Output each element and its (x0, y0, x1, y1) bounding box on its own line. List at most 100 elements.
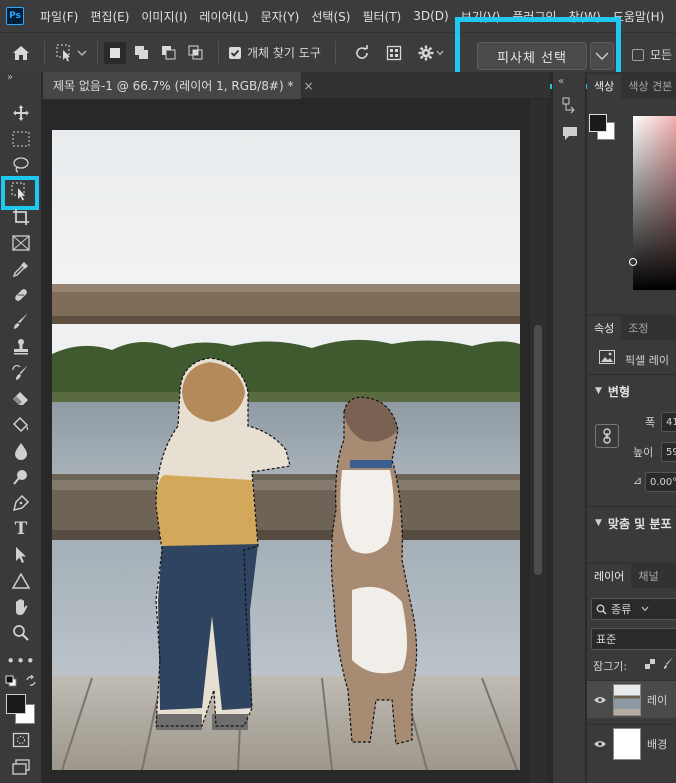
lock-pixels-icon[interactable] (663, 656, 675, 673)
menu-plugins[interactable]: 플러그인 (506, 8, 562, 25)
lock-transparency-icon[interactable] (645, 659, 655, 669)
intersect-selection-mode-button[interactable] (185, 42, 207, 64)
layer-kind-filter[interactable]: 종류 (591, 598, 676, 620)
move-tool-icon[interactable] (9, 102, 33, 124)
menu-view[interactable]: 보기(V) (455, 8, 507, 25)
brush-tool-icon[interactable] (9, 310, 33, 332)
menu-image[interactable]: 이미지(I) (135, 8, 193, 25)
screen-mode-icon[interactable] (9, 756, 33, 778)
foreground-color-swatch[interactable] (6, 694, 26, 714)
tab-swatches[interactable]: 색상 견본 (621, 74, 676, 98)
tab-layers[interactable]: 레이어 (587, 564, 632, 588)
layer-name[interactable]: 배경 (647, 736, 667, 752)
menu-type[interactable]: 문자(Y) (255, 8, 306, 25)
marquee-tool-icon[interactable] (9, 128, 33, 150)
stamp-tool-icon[interactable] (9, 336, 33, 358)
close-icon[interactable]: × (303, 79, 313, 93)
panel-foreground-swatch[interactable] (589, 114, 607, 132)
layer-row-1[interactable]: 레이 (587, 680, 676, 718)
menu-layer[interactable]: 레이어(L) (193, 8, 254, 25)
blur-tool-icon[interactable] (9, 440, 33, 462)
collapse-dock-icon[interactable]: « (558, 76, 564, 87)
home-icon[interactable] (4, 40, 38, 66)
select-subject-button[interactable]: 피사체 선택 (477, 42, 587, 70)
right-panels: 색상 색상 견본 속성 조정 픽셀 레이 ▼ 변형 폭 41 높이 59 ⊿ 0… (587, 72, 676, 783)
swap-colors-icon[interactable] (25, 675, 37, 687)
eye-icon[interactable] (587, 739, 613, 749)
type-tool-icon[interactable]: T (9, 518, 33, 540)
history-panel-icon[interactable] (561, 96, 579, 117)
transform-section-header[interactable]: ▼ 변형 (587, 380, 676, 402)
layer-name[interactable]: 레이 (647, 692, 667, 708)
sample-all-layers-checkbox[interactable] (632, 48, 644, 61)
sample-all-layers-label: 모든 (650, 48, 673, 62)
canvas-area[interactable] (43, 100, 530, 783)
divider (218, 40, 219, 65)
document-tab[interactable]: 제목 없음-1 @ 66.7% (레이어 1, RGB/8#) * × (43, 72, 314, 99)
menu-bar: Ps 파일(F) 편집(E) 이미지(I) 레이어(L) 문자(Y) 선택(S)… (0, 0, 676, 32)
link-dimensions-button[interactable] (595, 424, 619, 448)
new-selection-mode-button[interactable] (104, 41, 126, 64)
more-tools-icon[interactable]: ••• (6, 650, 35, 672)
eyedropper-tool-icon[interactable] (9, 258, 33, 280)
show-all-objects-icon[interactable] (380, 40, 408, 66)
add-selection-mode-button[interactable] (131, 42, 153, 64)
history-brush-tool-icon[interactable] (9, 362, 33, 384)
tab-color[interactable]: 색상 (587, 74, 622, 98)
tab-adjustments[interactable]: 조정 (621, 316, 655, 340)
lasso-tool-icon[interactable] (9, 154, 33, 176)
quick-mask-icon[interactable] (9, 729, 33, 751)
chevron-down-icon (77, 50, 87, 56)
dodge-tool-icon[interactable] (9, 466, 33, 488)
eraser-tool-icon[interactable] (9, 388, 33, 410)
width-field[interactable]: 41 (661, 412, 676, 432)
crop-tool-icon[interactable] (9, 206, 33, 228)
eye-icon[interactable] (587, 695, 613, 705)
photoshop-logo-icon: Ps (6, 7, 24, 25)
menu-select[interactable]: 선택(S) (305, 8, 356, 25)
select-subject-dropdown[interactable] (590, 42, 614, 70)
paint-bucket-tool-icon[interactable] (9, 414, 33, 436)
comments-panel-icon[interactable] (561, 124, 579, 145)
pixel-layer-label: 픽셀 레이 (625, 354, 669, 367)
tool-preset-picker[interactable] (51, 40, 91, 66)
menu-help[interactable]: 도움말(H) (607, 8, 671, 25)
gear-icon[interactable] (414, 40, 448, 66)
shape-tool-icon[interactable] (9, 570, 33, 592)
caret-down-icon: ▼ (595, 386, 602, 396)
color-picker-cursor[interactable] (629, 258, 637, 266)
menu-filter[interactable]: 필터(T) (356, 8, 407, 25)
align-section-header[interactable]: ▼ 맞춤 및 분포 (587, 512, 676, 534)
tab-channels[interactable]: 채널 (631, 564, 665, 588)
zoom-tool-icon[interactable] (9, 622, 33, 644)
object-finder-toggle[interactable]: 개체 찾기 도구 (229, 44, 321, 61)
height-field[interactable]: 59 (661, 442, 676, 462)
chevron-down-icon (641, 606, 649, 612)
sample-all-layers-toggle[interactable]: 모든 (632, 46, 672, 63)
subtract-selection-mode-button[interactable] (158, 42, 180, 64)
blend-mode-select[interactable]: 표준 (591, 628, 676, 650)
object-finder-checkbox[interactable] (229, 46, 241, 59)
height-label: 높이 (633, 446, 654, 459)
document-image[interactable] (52, 130, 520, 770)
healing-brush-tool-icon[interactable] (9, 284, 33, 306)
refresh-icon[interactable] (348, 40, 376, 66)
color-picker-field[interactable] (633, 116, 676, 290)
scrollbar-thumb[interactable] (534, 325, 542, 575)
menu-file[interactable]: 파일(F) (34, 8, 84, 25)
layer-row-2[interactable]: 배경 (587, 724, 676, 762)
collapse-toolbar-icon[interactable]: » (7, 72, 13, 83)
menu-window[interactable]: 창(W) (563, 8, 607, 25)
default-colors-icon[interactable] (5, 675, 17, 687)
pen-tool-icon[interactable] (9, 492, 33, 514)
hand-tool-icon[interactable] (9, 596, 33, 618)
menu-3d[interactable]: 3D(D) (407, 9, 454, 23)
frame-tool-icon[interactable] (9, 232, 33, 254)
path-selection-tool-icon[interactable] (9, 544, 33, 566)
pixel-layer-icon (599, 350, 615, 364)
angle-field[interactable]: 0.00° (645, 472, 676, 492)
tab-properties[interactable]: 속성 (587, 316, 622, 340)
menu-edit[interactable]: 편집(E) (84, 8, 135, 25)
divider (587, 374, 676, 375)
canvas-vertical-scrollbar[interactable] (530, 100, 546, 783)
